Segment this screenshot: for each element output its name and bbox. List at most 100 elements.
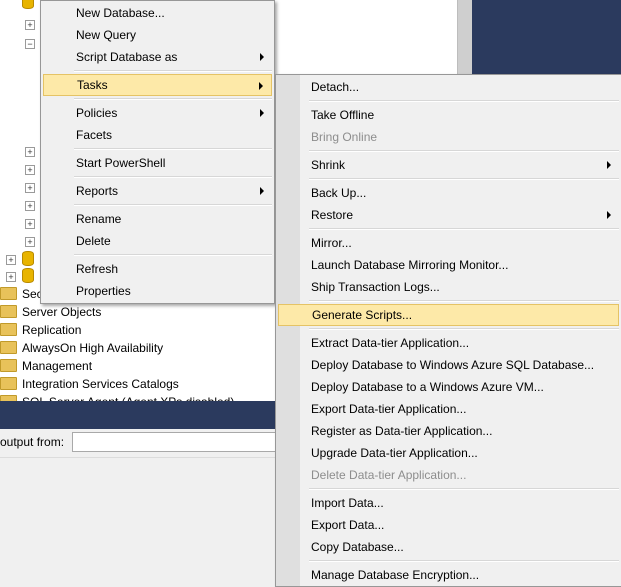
menu-separator: [74, 204, 272, 206]
menu-item-import-data[interactable]: Import Data...: [278, 492, 619, 514]
menu-separator: [309, 178, 619, 180]
menu-item-label: Ship Transaction Logs...: [311, 280, 440, 294]
expand-icon[interactable]: +: [25, 165, 35, 175]
menu-item-restore[interactable]: Restore: [278, 204, 619, 226]
expand-icon[interactable]: +: [25, 147, 35, 157]
menu-item-label: Facets: [76, 128, 113, 142]
menu-item-label: New Database...: [76, 6, 165, 20]
menu-item-facets[interactable]: Facets: [43, 124, 272, 146]
database-icon: [22, 268, 34, 283]
tree-node-label: Management: [22, 359, 93, 373]
submenu-arrow-icon: [260, 187, 264, 195]
menu-item-label: Script Database as: [76, 50, 178, 64]
menu-item-deploy-azure-sql[interactable]: Deploy Database to Windows Azure SQL Dat…: [278, 354, 619, 376]
menu-item-label: Register as Data-tier Application...: [311, 424, 493, 438]
menu-item-label: Refresh: [76, 262, 119, 276]
menu-separator: [74, 98, 272, 100]
expand-icon[interactable]: +: [25, 237, 35, 247]
menu-item-label: Mirror...: [311, 236, 352, 250]
menu-item-label: Deploy Database to Windows Azure SQL Dat…: [311, 358, 595, 372]
tree-node-management[interactable]: Management: [0, 357, 92, 375]
menu-separator: [309, 100, 619, 102]
menu-item-extract-data-tier[interactable]: Extract Data-tier Application...: [278, 332, 619, 354]
menu-item-ship-transaction-logs[interactable]: Ship Transaction Logs...: [278, 276, 619, 298]
vertical-scrollbar[interactable]: [457, 0, 473, 74]
menu-item-label: Generate Scripts...: [312, 308, 413, 322]
menu-item-label: Extract Data-tier Application...: [311, 336, 470, 350]
menu-item-reports[interactable]: Reports: [43, 180, 272, 202]
menu-item-mirror[interactable]: Mirror...: [278, 232, 619, 254]
menu-item-label: Take Offline: [311, 108, 375, 122]
menu-item-delete-data-tier: Delete Data-tier Application...: [278, 464, 619, 486]
menu-separator: [74, 148, 272, 150]
folder-icon: [0, 323, 17, 336]
menu-item-script-database-as[interactable]: Script Database as: [43, 46, 272, 68]
expand-icon[interactable]: +: [25, 20, 35, 30]
submenu-arrow-icon: [259, 82, 263, 90]
menu-item-label: Detach...: [311, 80, 360, 94]
expand-icon[interactable]: +: [25, 201, 35, 211]
menu-item-label: Import Data...: [311, 496, 384, 510]
expand-icon[interactable]: +: [25, 219, 35, 229]
tree-node-server-objects[interactable]: Server Objects: [0, 303, 101, 321]
menu-item-label: Restore: [311, 208, 354, 222]
menu-item-upgrade-data-tier[interactable]: Upgrade Data-tier Application...: [278, 442, 619, 464]
submenu-arrow-icon: [260, 109, 264, 117]
menu-item-policies[interactable]: Policies: [43, 102, 272, 124]
menu-item-generate-scripts[interactable]: Generate Scripts...: [278, 304, 619, 326]
tree-node-integration-services[interactable]: Integration Services Catalogs: [0, 375, 179, 393]
menu-item-detach[interactable]: Detach...: [278, 76, 619, 98]
menu-item-new-database[interactable]: New Database...: [43, 2, 272, 24]
tree-node-alwayson[interactable]: AlwaysOn High Availability: [0, 339, 163, 357]
menu-item-label: Copy Database...: [311, 540, 404, 554]
expand-icon[interactable]: +: [6, 255, 16, 265]
menu-item-copy-database[interactable]: Copy Database...: [278, 536, 619, 558]
submenu-arrow-icon: [607, 161, 611, 169]
menu-item-label: Manage Database Encryption...: [311, 568, 480, 582]
expand-icon[interactable]: +: [6, 272, 16, 282]
menu-item-label: Start PowerShell: [76, 156, 166, 170]
menu-item-label: Deploy Database to a Windows Azure VM...: [311, 380, 544, 394]
output-content: [0, 458, 276, 587]
menu-item-tasks[interactable]: Tasks: [43, 74, 272, 96]
menu-separator: [74, 70, 272, 72]
folder-icon: [0, 377, 17, 390]
menu-item-launch-mirroring-monitor[interactable]: Launch Database Mirroring Monitor...: [278, 254, 619, 276]
menu-item-take-offline[interactable]: Take Offline: [278, 104, 619, 126]
menu-item-register-data-tier[interactable]: Register as Data-tier Application...: [278, 420, 619, 442]
menu-item-export-data-tier[interactable]: Export Data-tier Application...: [278, 398, 619, 420]
tasks-submenu: Detach... Take Offline Bring Online Shri…: [275, 74, 621, 587]
folder-icon: [0, 287, 17, 300]
menu-item-label: Rename: [76, 212, 122, 226]
menu-item-label: Delete Data-tier Application...: [311, 468, 467, 482]
menu-item-deploy-azure-vm[interactable]: Deploy Database to a Windows Azure VM...: [278, 376, 619, 398]
menu-item-refresh[interactable]: Refresh: [43, 258, 272, 280]
menu-item-bring-online: Bring Online: [278, 126, 619, 148]
menu-separator: [309, 300, 619, 302]
menu-item-label: New Query: [76, 28, 137, 42]
menu-item-properties[interactable]: Properties: [43, 280, 272, 302]
output-from-label: output from:: [0, 435, 65, 449]
expand-icon[interactable]: +: [25, 183, 35, 193]
menu-item-export-data[interactable]: Export Data...: [278, 514, 619, 536]
menu-item-new-query[interactable]: New Query: [43, 24, 272, 46]
tree-node-label: Integration Services Catalogs: [22, 377, 179, 391]
menu-separator: [74, 176, 272, 178]
tree-node-replication[interactable]: Replication: [0, 321, 81, 339]
collapse-icon[interactable]: −: [25, 39, 35, 49]
menu-item-shrink[interactable]: Shrink: [278, 154, 619, 176]
menu-item-label: Delete: [76, 234, 111, 248]
menu-item-label: Policies: [76, 106, 118, 120]
menu-separator: [74, 254, 272, 256]
tree-node-label: Server Objects: [22, 305, 102, 319]
menu-item-back-up[interactable]: Back Up...: [278, 182, 619, 204]
menu-separator: [309, 560, 619, 562]
submenu-arrow-icon: [607, 211, 611, 219]
menu-item-manage-encryption[interactable]: Manage Database Encryption...: [278, 564, 619, 586]
menu-item-start-powershell[interactable]: Start PowerShell: [43, 152, 272, 174]
menu-item-rename[interactable]: Rename: [43, 208, 272, 230]
output-source-select[interactable]: [72, 432, 284, 452]
menu-item-label: Upgrade Data-tier Application...: [311, 446, 478, 460]
menu-item-delete[interactable]: Delete: [43, 230, 272, 252]
menu-separator: [309, 150, 619, 152]
